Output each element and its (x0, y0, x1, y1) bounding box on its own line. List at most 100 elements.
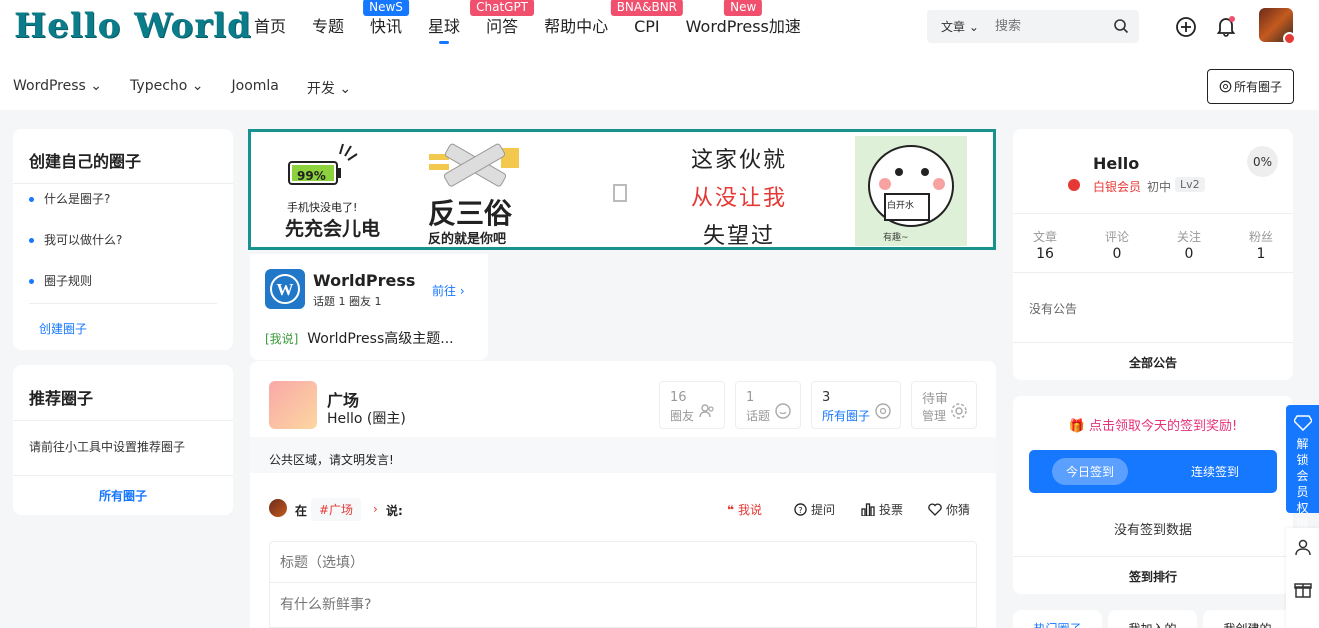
stat-all-circles[interactable]: 3 所有圈子 (811, 381, 901, 429)
battery-icon (288, 143, 358, 185)
action-say[interactable]: ❝ 我说 (727, 501, 762, 518)
subnav-joomla[interactable]: Joomla (232, 78, 279, 98)
go-link[interactable]: 前往 › (432, 282, 465, 299)
phone-text: 手机快没电了! (287, 201, 358, 214)
gear-icon (951, 403, 967, 419)
bell-icon[interactable] (1214, 14, 1238, 38)
composer-box (269, 541, 977, 628)
add-icon[interactable] (1174, 15, 1198, 39)
chevron-right-icon: › (373, 502, 378, 516)
profile-stat-value[interactable]: 0 (1169, 246, 1209, 262)
ad-banner[interactable]: 99% 手机快没电了! 先充会儿电 反三俗 反的就是你吧 这家伙就 从没让我 失… (248, 129, 996, 250)
svg-text:W: W (277, 280, 294, 299)
latest-post[interactable]: [我说] WorldPress高级主题... (265, 328, 454, 348)
action-guess[interactable]: 你猜 (928, 501, 970, 518)
gift-icon: 🎁 (1068, 419, 1085, 434)
nav-item-5[interactable]: 帮助中心 (544, 16, 608, 46)
nav-badge: BNA&BNR (610, 0, 684, 16)
svg-text:?: ? (798, 505, 802, 515)
nav-label: 快讯 (370, 17, 403, 36)
slogan: 这家伙就 从没让我 失望过 (691, 148, 788, 249)
notice-bar: 公共区域，请文明发言! (250, 437, 996, 473)
tab-created[interactable]: 我创建的 (1203, 610, 1292, 628)
user-icon[interactable] (1294, 538, 1312, 556)
level-badge: Lv2 (1175, 177, 1205, 192)
nav-item-2[interactable]: 快讯 NewS (363, 0, 409, 46)
profile-stat-label: 评论 (1104, 230, 1129, 244)
nav-item-6[interactable]: CPI BNA&BNR (610, 0, 684, 46)
reward-link[interactable]: 🎁 点击领取今天的签到奖励! (1013, 415, 1293, 434)
action-vote[interactable]: 投票 (861, 501, 903, 518)
top-bar: Hello World 首页 专题 快讯 NewS 星球 问答 ChatGPT 帮助中心 CPI… (0, 0, 1319, 110)
members-icon (699, 404, 714, 418)
checkin-rank-link[interactable]: 签到排行 (1013, 568, 1293, 585)
faq-item-rules[interactable]: 圈子规则 (29, 272, 92, 289)
sub-nav: WordPress ⌄ Typecho ⌄ Joomla 开发 ⌄ (13, 78, 379, 98)
action-ask[interactable]: ? 提问 (794, 501, 835, 518)
nav-label: 问答 (486, 17, 519, 36)
nav-label: CPI (634, 17, 660, 36)
progress-percent: 0% (1247, 146, 1278, 177)
search-type-select[interactable]: 文章 ⌄ (941, 18, 979, 35)
all-circles-button[interactable]: 所有圈子 (1207, 69, 1294, 104)
subnav-typecho[interactable]: Typecho ⌄ (130, 78, 203, 98)
all-notices-link[interactable]: 全部公告 (1013, 354, 1293, 371)
profile-name[interactable]: Hello (1093, 154, 1139, 173)
chat-icon (1219, 80, 1232, 93)
side-toolbar (1286, 528, 1319, 628)
anti-sub: 反的就是你吧 (428, 232, 507, 247)
nav-item-4[interactable]: 问答 ChatGPT (470, 0, 535, 46)
meme-image: 白开水 有趣~ (855, 136, 967, 246)
profile-stat-label: 粉丝 (1248, 230, 1273, 244)
stat-members[interactable]: 16 圈友 (659, 381, 725, 429)
diamond-icon (1292, 415, 1313, 432)
tab-hot-circles[interactable]: 热门圈子 (1013, 610, 1102, 628)
content-input[interactable] (280, 594, 960, 616)
nav-item-1[interactable]: 专题 (312, 16, 344, 46)
checkin-today-button[interactable]: 今日签到 (1052, 458, 1128, 485)
subnav-wordpress[interactable]: WordPress ⌄ (13, 78, 102, 98)
nav-badge: NewS (363, 0, 409, 16)
recommend-hint: 请前往小工具中设置推荐圈子 (29, 440, 186, 454)
broken-image-icon (613, 184, 627, 202)
profile-stat-value[interactable]: 0 (1097, 246, 1137, 262)
bar-chart-icon (861, 503, 875, 516)
circle-card-worldpress[interactable]: W WorldPress 话题 1 圈友 1 前往 › [我说] WorldPr… (250, 254, 488, 360)
checkin-empty: 没有签到数据 (1113, 523, 1192, 538)
recommend-circle-card: 推荐圈子 请前往小工具中设置推荐圈子 所有圈子 (13, 365, 233, 515)
search-icon[interactable] (1113, 18, 1129, 34)
recommend-title: 推荐圈子 (29, 389, 94, 408)
stat-topics[interactable]: 1 话题 (735, 381, 801, 429)
charge-text: 先充会儿电 (285, 218, 381, 240)
nav-label: 星球 (428, 17, 461, 36)
wordpress-logo-icon: W (265, 269, 305, 309)
subnav-dev[interactable]: 开发 ⌄ (307, 78, 351, 98)
rank-name: 初中 (1147, 180, 1172, 194)
composer-circle-tag[interactable]: #广场 (311, 498, 362, 521)
title-input[interactable] (280, 552, 960, 574)
profile-stat-value[interactable]: 1 (1241, 246, 1281, 262)
checkin-card: 🎁 点击领取今天的签到奖励! 今日签到 连续签到 没有签到数据 签到排行 (1013, 396, 1293, 594)
all-circles-link[interactable]: 所有圈子 (13, 487, 233, 504)
site-logo[interactable]: Hello World (14, 6, 252, 46)
create-circle-link[interactable]: 创建圈子 (39, 320, 87, 337)
nav-item-7[interactable]: WordPress加速 New (686, 0, 801, 46)
nav-item-3[interactable]: 星球 (428, 16, 460, 46)
user-avatar[interactable] (1259, 8, 1296, 45)
unlock-vip-button[interactable]: 解锁会员权限 (1286, 405, 1319, 531)
faq-item-what[interactable]: 什么是圈子? (29, 190, 110, 207)
tab-joined[interactable]: 我加入的 (1108, 610, 1197, 628)
create-circle-card: 创建自己的圈子 什么是圈子? 我可以做什么? 圈子规则 创建圈子 (13, 129, 233, 350)
search-bar: 文章 ⌄ (927, 10, 1139, 43)
meme-face-icon (868, 145, 954, 227)
profile-stat-value[interactable]: 16 (1025, 246, 1065, 262)
continuous-checkin-button[interactable]: 连续签到 (1191, 463, 1239, 480)
search-input[interactable] (995, 16, 1105, 36)
composer-say: 说: (386, 504, 403, 518)
nav-item-0[interactable]: 首页 (254, 16, 286, 46)
gift-tool-icon[interactable] (1294, 580, 1312, 598)
question-icon: ? (794, 503, 807, 516)
member-level: 白银会员 (1093, 180, 1142, 194)
stat-manage[interactable]: 待审 管理 (911, 381, 977, 429)
faq-item-can-do[interactable]: 我可以做什么? (29, 231, 122, 248)
